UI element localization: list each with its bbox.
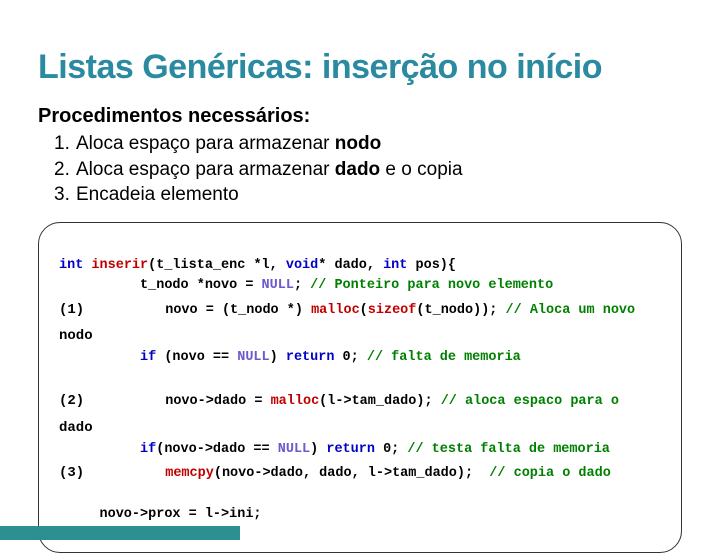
dado-label: dado (59, 418, 93, 438)
procedure-list: 1.Aloca espaço para armazenar nodo 2.Alo… (38, 131, 682, 208)
code-block: int inserir(t_lista_enc *l, void* dado, … (38, 222, 682, 553)
nodo-label: nodo (59, 326, 93, 346)
list-item: 2.Aloca espaço para armazenar dado e o c… (54, 157, 682, 183)
slide-title: Listas Genéricas: inserção no início (38, 48, 682, 87)
step-marker-1: (1) (59, 300, 84, 320)
procedures-heading: Procedimentos necessários: (38, 105, 682, 128)
footer-accent-bar (0, 526, 240, 540)
list-item: 1.Aloca espaço para armazenar nodo (54, 131, 682, 157)
list-item: 3.Encadeia elemento (54, 182, 682, 208)
step-marker-3: (3) (59, 463, 84, 483)
step-marker-2: (2) (59, 391, 84, 411)
